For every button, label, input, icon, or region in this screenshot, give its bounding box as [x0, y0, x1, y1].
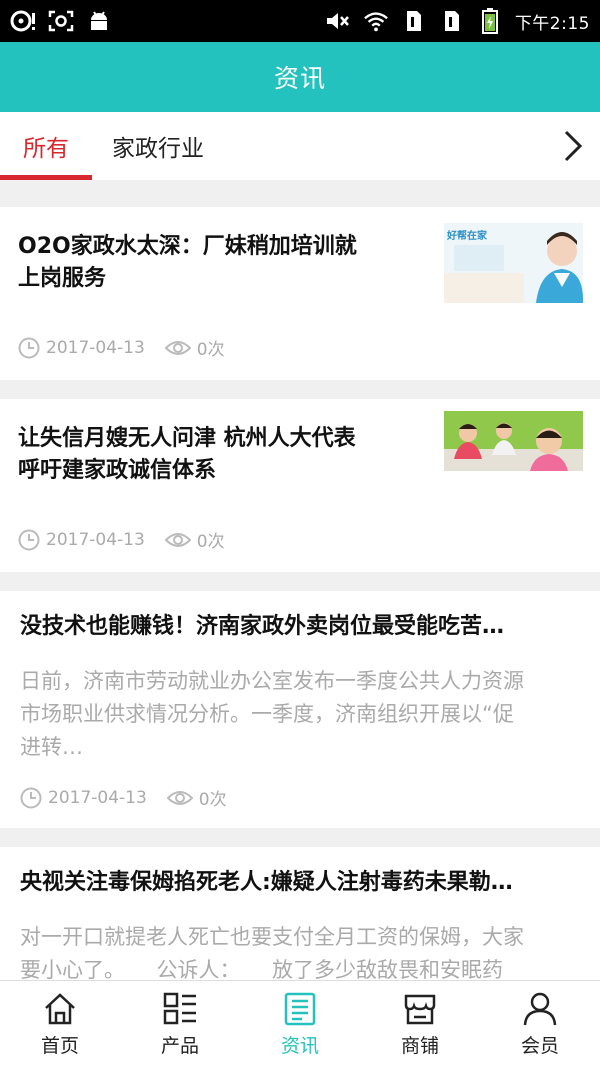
article-thumbnail — [444, 411, 583, 471]
store-icon — [404, 994, 436, 1024]
nav-news-label: 资讯 — [280, 1034, 319, 1057]
mute-icon — [325, 9, 351, 33]
product-grid-icon — [163, 992, 196, 1024]
status-left-icons — [10, 9, 112, 33]
category-tabs: 所有 家政行业 — [0, 112, 600, 180]
sim2-icon — [439, 9, 465, 33]
status-right-icons: 下午2:15 — [325, 8, 590, 34]
page-title: 资讯 — [273, 64, 326, 93]
wifi-icon — [363, 9, 389, 33]
tab-all[interactable]: 所有 — [0, 112, 92, 180]
article-summary: 日前，济南市劳动就业办公室发布一季度公共人力资源 市场职业供求情况分析。一季度，… — [20, 665, 582, 764]
article-title-line: 呼吁建家政诚信体系 — [18, 458, 217, 483]
nav-member[interactable]: 会员 — [480, 981, 600, 1067]
android-icon — [86, 9, 112, 33]
article-card[interactable]: 让失信月嫂无人问津 杭州人大代表 呼吁建家政诚信体系 2017-04-13 0次 — [0, 399, 600, 572]
article-summary-line: 日前，济南市劳动就业办公室发布一季度公共人力资源 — [20, 669, 524, 693]
nav-products-label: 产品 — [160, 1034, 199, 1057]
screenshot-icon — [48, 9, 74, 33]
article-card[interactable]: 央视关注毒保姆掐死老人:嫌疑人注射毒药未果勒… 对一开口就提老人死亡也要支付全月… — [0, 847, 600, 980]
article-card[interactable]: 没技术也能赚钱！济南家政外卖岗位最受能吃苦… 日前，济南市劳动就业办公室发布一季… — [0, 591, 600, 828]
article-title-line: 让失信月嫂无人问津 杭州人大代表 — [18, 426, 356, 451]
battery-icon — [477, 8, 503, 34]
article-date: 2017-04-13 — [46, 337, 145, 358]
tab-housekeeping-industry[interactable]: 家政行业 — [112, 112, 204, 180]
app-header: 资讯 — [0, 42, 600, 112]
article-summary-line: 要小心了。 公诉人： 放了多少敌敌畏和安眠药 — [20, 958, 503, 980]
article-summary-line: 市场职业供求情况分析。一季度，济南组织开展以“促 — [20, 702, 514, 726]
article-date: 2017-04-13 — [46, 529, 145, 550]
nav-home[interactable]: 首页 — [0, 981, 120, 1067]
article-summary-line: 对一开口就提老人死亡也要支付全月工资的保姆，大家 — [20, 925, 524, 949]
article-card[interactable]: O2O家政水太深：厂妹稍加培训就 上岗服务 好帮在家 2017-04-13 0次 — [0, 207, 600, 380]
nav-news[interactable]: 资讯 — [240, 981, 360, 1067]
article-list: O2O家政水太深：厂妹稍加培训就 上岗服务 好帮在家 2017-04-13 0次 — [0, 180, 600, 980]
article-title: O2O家政水太深：厂妹稍加培训就 上岗服务 — [18, 231, 418, 295]
article-summary-line: 进转… — [20, 735, 83, 759]
article-meta: 2017-04-13 0次 — [18, 527, 225, 552]
tab-housekeeping-industry-label: 家政行业 — [112, 136, 204, 162]
article-title-line: O2O家政水太深：厂妹稍加培训就 — [18, 234, 357, 259]
article-title: 央视关注毒保姆掐死老人:嫌疑人注射毒药未果勒… — [20, 870, 513, 895]
article-meta: 2017-04-13 0次 — [18, 335, 225, 360]
nav-store[interactable]: 商铺 — [360, 981, 480, 1067]
article-views: 0次 — [198, 790, 227, 810]
sim1-icon — [401, 9, 427, 33]
eye-icon — [164, 340, 191, 355]
thumbnail-logo-text: 好帮在家 — [447, 231, 487, 242]
home-icon — [45, 992, 75, 1024]
article-meta: 2017-04-13 0次 — [20, 785, 227, 810]
nav-home-label: 首页 — [40, 1034, 79, 1057]
eye-icon — [164, 532, 191, 547]
bottom-nav: 首页 产品 资讯 商铺 会员 — [0, 980, 600, 1067]
chevron-right-icon[interactable] — [558, 128, 588, 164]
article-date: 2017-04-13 — [48, 787, 147, 808]
nav-store-label: 商铺 — [400, 1034, 439, 1057]
music-disc-icon — [10, 9, 36, 33]
clock-icon — [20, 787, 42, 808]
article-title-line: 上岗服务 — [18, 266, 107, 291]
eye-icon — [166, 790, 193, 805]
nav-member-label: 会员 — [520, 1034, 559, 1057]
article-views: 0次 — [196, 340, 225, 360]
article-thumbnail: 好帮在家 — [444, 223, 583, 303]
status-time: 下午2:15 — [514, 13, 590, 34]
article-title: 没技术也能赚钱！济南家政外卖岗位最受能吃苦… — [20, 614, 505, 639]
status-bar: 下午2:15 — [0, 0, 600, 42]
news-icon — [284, 992, 316, 1025]
article-views: 0次 — [196, 532, 225, 552]
nav-products[interactable]: 产品 — [120, 981, 240, 1067]
clock-icon — [18, 337, 40, 358]
clock-icon — [18, 529, 40, 550]
article-title: 让失信月嫂无人问津 杭州人大代表 呼吁建家政诚信体系 — [18, 423, 418, 487]
tab-all-label: 所有 — [23, 136, 69, 162]
article-summary: 对一开口就提老人死亡也要支付全月工资的保姆，大家 要小心了。 公诉人： 放了多少… — [20, 921, 582, 980]
member-icon — [523, 992, 557, 1025]
